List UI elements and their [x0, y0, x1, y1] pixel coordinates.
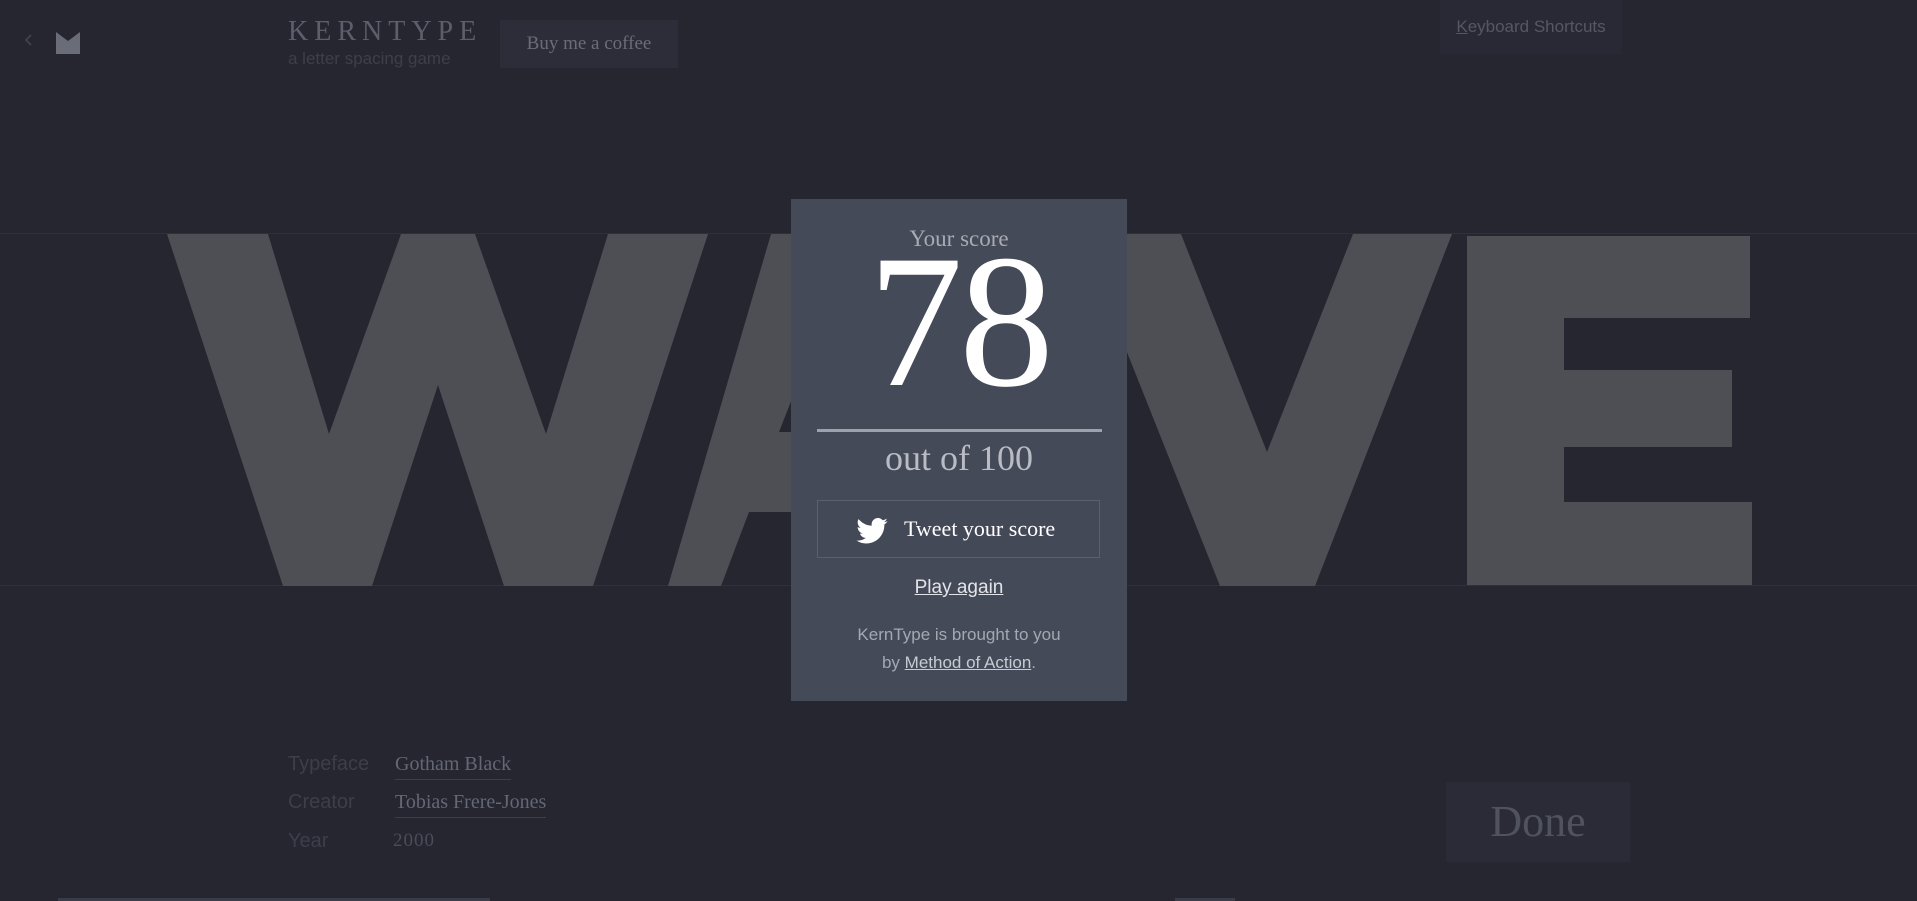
twitter-bird-icon — [856, 518, 888, 544]
tweet-score-label: Tweet your score — [904, 516, 1056, 541]
credit-text: KernType is brought to you by Method of … — [791, 621, 1127, 677]
credit-period: . — [1031, 653, 1037, 672]
score-value: 78 — [868, 217, 1054, 427]
credit-line: KernType is brought to you — [857, 625, 1061, 644]
letter-e[interactable] — [1467, 236, 1752, 585]
score-divider — [817, 429, 1102, 432]
method-of-action-link[interactable]: Method of Action — [905, 653, 1032, 672]
typeface-label: Typeface — [288, 753, 370, 775]
credit-by: by — [881, 653, 905, 672]
year-value: 2000 — [393, 830, 435, 851]
score-modal: Your score 78 out of 100 Tweet your scor… — [791, 199, 1127, 701]
creator-label: Creator — [288, 791, 355, 813]
play-again-link[interactable]: Play again — [791, 577, 1127, 599]
tweet-score-button[interactable]: Tweet your score — [817, 500, 1100, 558]
letter-v[interactable] — [1080, 234, 1452, 586]
creator-value-link[interactable]: Tobias Frere-Jones — [395, 791, 547, 818]
done-button[interactable]: Done — [1446, 782, 1630, 862]
typeface-value-link[interactable]: Gotham Black — [395, 753, 512, 780]
credit-line-2: by Method of Action. — [791, 649, 1127, 677]
year-label: Year — [288, 830, 329, 852]
score-out-of: out of 100 — [885, 438, 1033, 478]
letter-w[interactable] — [167, 234, 708, 586]
